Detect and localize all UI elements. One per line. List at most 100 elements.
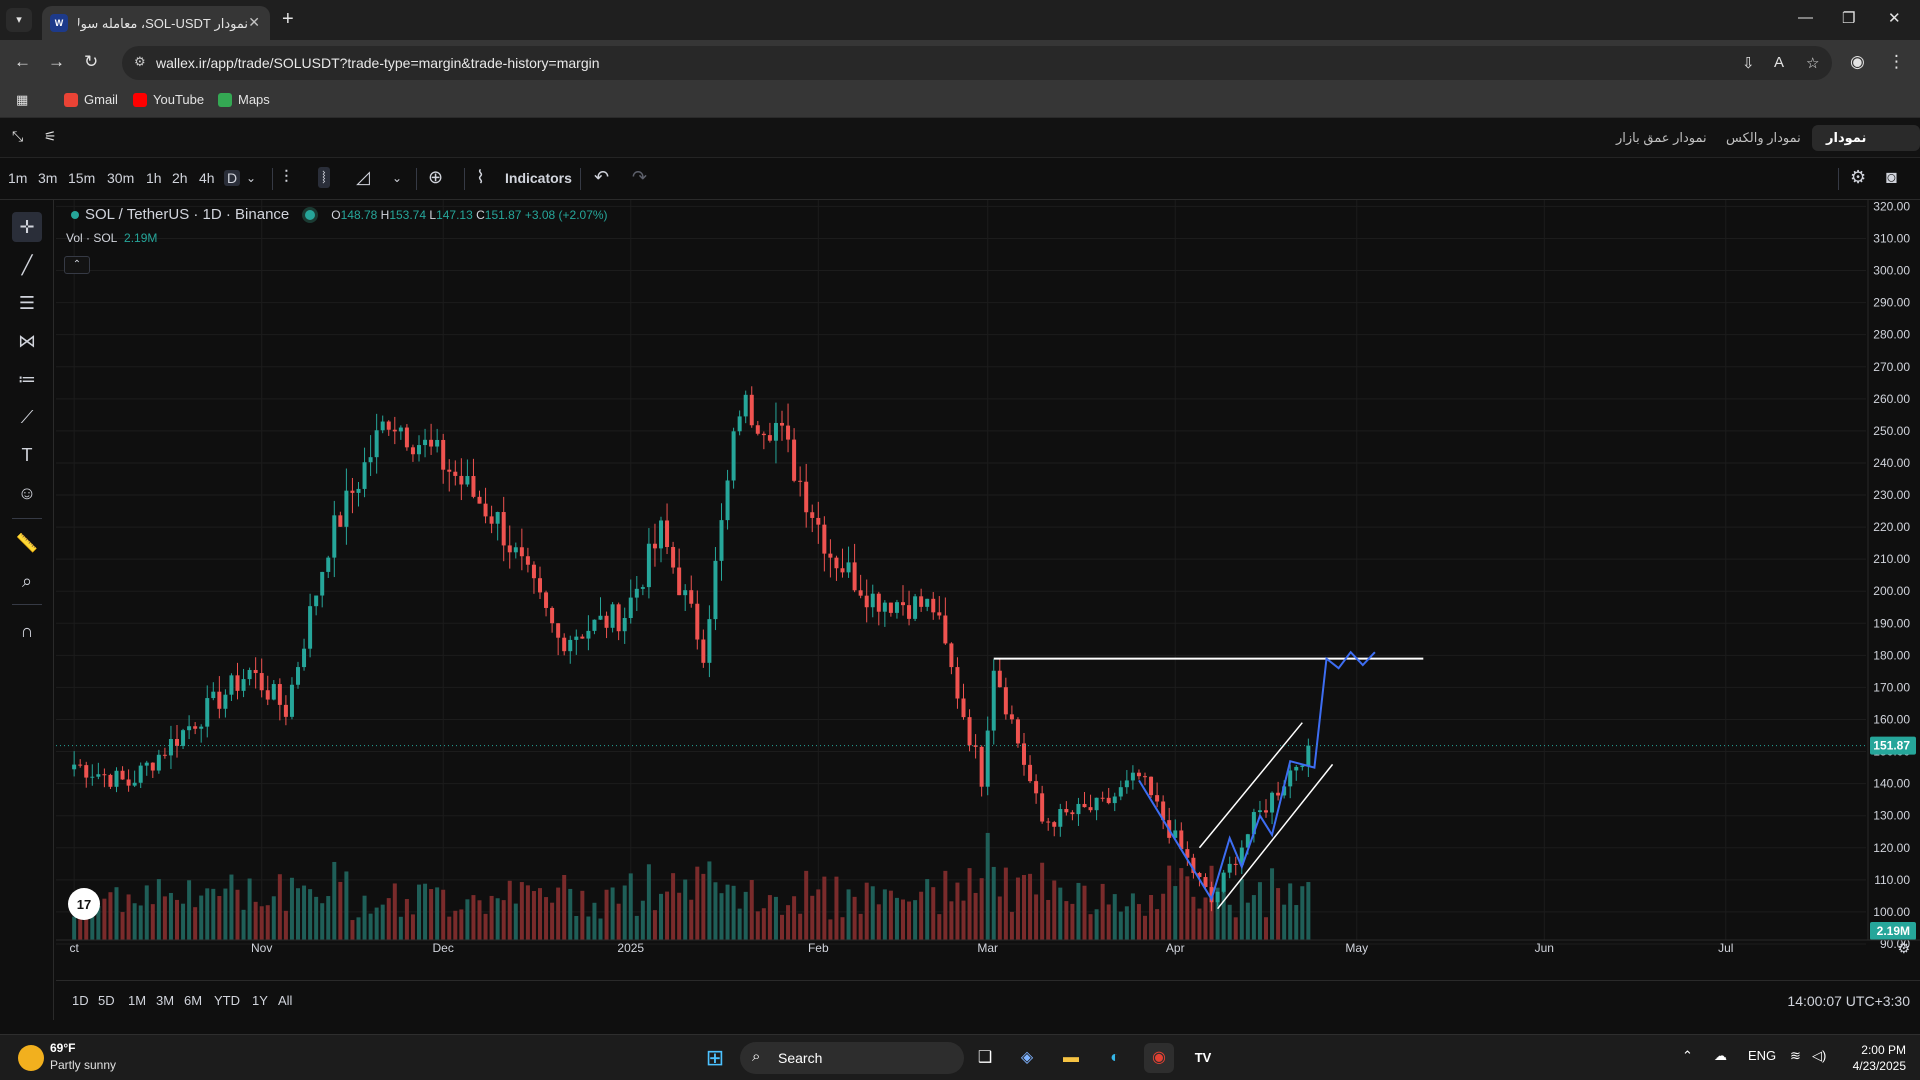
volume-bar [235, 889, 240, 940]
translate-icon[interactable]: A [1774, 54, 1784, 71]
forward-icon[interactable]: → [48, 52, 65, 72]
timeframe-30m[interactable]: 30m [107, 170, 134, 186]
apps-grid-icon[interactable]: ▦ [16, 92, 28, 108]
horizontal-lines-icon[interactable]: ☰ [12, 288, 42, 318]
pitchfork-icon[interactable]: ⋈ [12, 326, 42, 356]
area-chart-icon[interactable]: ◿ [356, 167, 370, 188]
taskbar-search[interactable]: ⌕ Search [740, 1042, 964, 1074]
candle-body [193, 726, 198, 729]
volume-bar [277, 874, 282, 940]
address-bar[interactable]: ⚙ wallex.ir/app/trade/SOLUSDT?trade-type… [122, 46, 1832, 80]
volume-bar [616, 903, 621, 940]
timeframe-1h[interactable]: 1h [146, 170, 162, 186]
cloud-icon[interactable]: ☁ [1714, 1048, 1727, 1064]
bookmark-gmail[interactable]: Gmail [64, 92, 118, 107]
edge-browser-icon[interactable]: ◐ [1100, 1043, 1130, 1073]
undo-icon[interactable]: ↶ [594, 167, 609, 188]
pattern-icon[interactable]: ⟋ [12, 402, 42, 432]
tray-overflow-icon[interactable]: ⌃ [1682, 1048, 1693, 1064]
indicators-icon[interactable]: ⌇ [476, 167, 485, 188]
tab-market-depth[interactable]: نمودار عمق بازار [1602, 125, 1721, 151]
timeframe-15m[interactable]: 15m [68, 170, 95, 186]
timeframe-4h[interactable]: 4h [199, 170, 215, 186]
symbol-title[interactable]: SOL / TetherUS · 1D · Binance [85, 206, 289, 223]
volume-bar [1276, 888, 1281, 940]
timeframe-d[interactable]: D [224, 170, 241, 186]
candle-body [949, 643, 954, 668]
volume-bar [417, 884, 421, 940]
weather-description[interactable]: Partly sunny [50, 1058, 116, 1072]
range-5d[interactable]: 5D [98, 993, 115, 1008]
candle-body [283, 704, 288, 717]
tradingview-app-icon[interactable]: TV [1188, 1043, 1218, 1073]
site-info-icon[interactable]: ⚙ [134, 54, 146, 70]
reload-icon[interactable]: ↻ [84, 52, 98, 72]
magnet-icon[interactable]: ∩ [12, 616, 42, 646]
copilot-icon[interactable]: ◈ [1012, 1043, 1042, 1073]
volume-icon[interactable]: ◁) [1812, 1048, 1826, 1064]
candlestick-icon[interactable]: ⧘ [318, 167, 330, 188]
toolbar-divider [464, 168, 465, 190]
file-explorer-icon[interactable]: ▬ [1056, 1043, 1086, 1073]
system-clock[interactable]: 2:00 PM 4/23/2025 [1853, 1042, 1906, 1074]
range-1m[interactable]: 1M [128, 993, 146, 1008]
tab-search-icon[interactable]: ▾ [6, 8, 32, 32]
collapse-legend-button[interactable]: ⌃ [64, 256, 90, 274]
menu-kebab-icon[interactable]: ⋮ [1888, 52, 1905, 72]
language-indicator[interactable]: ENG [1748, 1048, 1776, 1063]
timeframe-3m[interactable]: 3m [38, 170, 57, 186]
ruler-icon[interactable]: 📏 [12, 528, 42, 558]
candle-body [1106, 797, 1111, 804]
weather-sun-icon[interactable] [18, 1045, 44, 1071]
timeframe-2h[interactable]: 2h [172, 170, 188, 186]
range-6m[interactable]: 6M [184, 993, 202, 1008]
range-ytd[interactable]: YTD [214, 993, 240, 1008]
range-1d[interactable]: 1D [72, 993, 89, 1008]
start-windows-icon[interactable]: ⊞ [700, 1043, 730, 1073]
volume-bar [755, 911, 760, 940]
task-view-icon[interactable]: ❑ [970, 1043, 1000, 1073]
bookmark-maps[interactable]: Maps [218, 92, 270, 107]
add-compare-icon[interactable]: ⊕ [428, 167, 443, 188]
range-all[interactable]: All [278, 993, 292, 1008]
weather-temperature[interactable]: 69°F [50, 1041, 75, 1055]
install-app-icon[interactable]: ⇩ [1742, 54, 1755, 72]
crosshair-icon[interactable]: ✛ [12, 212, 42, 242]
screenshot-camera-icon[interactable]: ◙ [1886, 167, 1897, 188]
browser-tab[interactable]: W نمودار SOL-USDT، معامله سولانا ✕ [42, 6, 270, 40]
fib-retracement-icon[interactable]: ≔ [12, 364, 42, 394]
ohlc-values: O148.78 H153.74 L147.13 C151.87 +3.08 (+… [331, 208, 607, 222]
chart-svg[interactable]: 90.00100.00110.00120.00130.00140.00150.0… [56, 200, 1920, 980]
zoom-in-icon[interactable]: ⌕ [12, 566, 42, 596]
bookmark-star-icon[interactable]: ☆ [1806, 54, 1819, 72]
range-3m[interactable]: 3M [156, 993, 174, 1008]
settings-sliders-icon[interactable]: ⚟ [44, 128, 57, 145]
emoji-icon[interactable]: ☺ [12, 478, 42, 508]
indicators-button[interactable]: Indicators [505, 170, 572, 186]
back-icon[interactable]: ← [14, 52, 31, 72]
range-1y[interactable]: 1Y [252, 993, 268, 1008]
chart-style-dropdown-icon[interactable]: ⌄ [392, 171, 402, 185]
close-window-icon[interactable]: ✕ [1888, 9, 1901, 27]
text-tool-icon[interactable]: T [12, 440, 42, 470]
close-tab-icon[interactable]: ✕ [248, 14, 260, 31]
chrome-browser-icon[interactable]: ◉ [1144, 1043, 1174, 1073]
trend-line-icon[interactable]: ╱ [12, 250, 42, 280]
wifi-icon[interactable]: ≋ [1790, 1048, 1801, 1064]
bookmark-youtube[interactable]: YouTube [133, 92, 204, 107]
minimize-icon[interactable]: — [1798, 9, 1813, 26]
new-tab-icon[interactable]: + [282, 8, 294, 30]
bar-chart-icon[interactable]: ⫶ [284, 167, 289, 188]
tab-global-chart[interactable]: نمودار جهانی [1812, 125, 1920, 171]
tab-wallex-chart[interactable]: نمودار والکس [1712, 125, 1815, 151]
timeframe-1m[interactable]: 1m [8, 170, 27, 186]
price-chart[interactable]: 90.00100.00110.00120.00130.00140.00150.0… [56, 200, 1920, 1034]
chart-settings-icon[interactable]: ⚙ [1850, 167, 1866, 188]
redo-icon[interactable]: ↷ [632, 167, 647, 188]
profile-icon[interactable]: ◉ [1850, 52, 1865, 72]
collapse-icon[interactable]: ⤡ [12, 128, 23, 145]
timeframe-dropdown-icon[interactable]: ⌄ [246, 171, 256, 185]
restore-icon[interactable]: ❐ [1842, 9, 1855, 27]
chart-clock[interactable]: 14:00:07 UTC+3:30 [1787, 993, 1910, 1009]
volume-bar [586, 916, 591, 940]
